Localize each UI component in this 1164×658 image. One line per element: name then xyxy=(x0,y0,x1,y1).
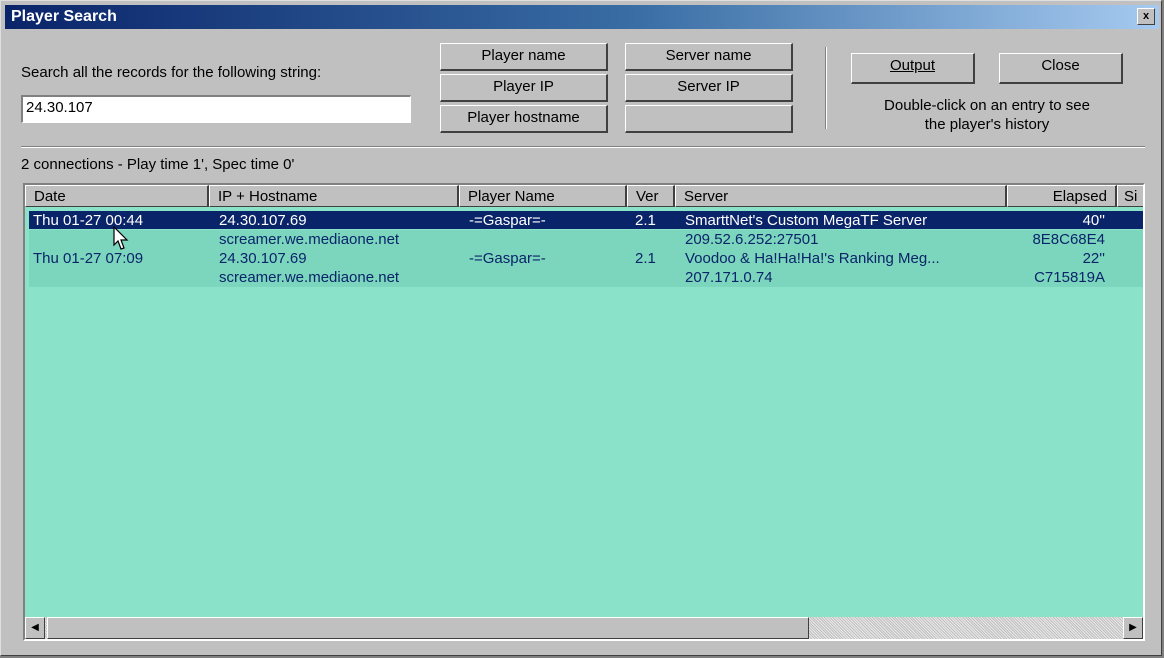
search-label: Search all the records for the following… xyxy=(21,64,322,81)
cell-ver: 2.1 xyxy=(635,250,656,267)
player-hostname-button-label: Player hostname xyxy=(467,109,580,126)
cell-date: Thu 01-27 07:09 xyxy=(33,250,144,267)
column-header-elapsed[interactable]: Elapsed xyxy=(1007,185,1117,207)
column-header-ip-hostname[interactable]: IP + Hostname xyxy=(209,185,459,207)
status-text: 2 connections - Play time 1', Spec time … xyxy=(21,156,295,173)
row-line-secondary: screamer.we.mediaone.net 209.52.6.252:27… xyxy=(29,230,1143,249)
server-ip-button[interactable]: Server IP xyxy=(625,74,793,102)
cell-id: C715819A xyxy=(1034,269,1105,286)
scrollbar-thumb[interactable] xyxy=(47,617,809,639)
cell-server: Voodoo & Ha!Ha!Ha!'s Ranking Meg... xyxy=(685,250,940,267)
cell-player: -=Gaspar=- xyxy=(469,212,546,229)
blank-button[interactable] xyxy=(625,105,793,133)
output-button-label: Output xyxy=(889,57,936,74)
mouse-cursor-icon xyxy=(113,226,129,250)
cell-server-ip: 207.171.0.74 xyxy=(685,269,773,286)
cell-ip: 24.30.107.69 xyxy=(219,250,307,267)
table-row[interactable]: Thu 01-27 00:44 24.30.107.69 -=Gaspar=- … xyxy=(29,211,1143,249)
output-button[interactable]: Output xyxy=(851,53,975,84)
window-title: Player Search xyxy=(11,8,117,25)
cell-elapsed: 40'' xyxy=(1082,212,1105,229)
player-ip-button[interactable]: Player IP xyxy=(440,74,608,102)
player-hostname-button[interactable]: Player hostname xyxy=(440,105,608,133)
scroll-right-icon[interactable]: ▶ xyxy=(1123,617,1143,639)
cell-id: 8E8C68E4 xyxy=(1032,231,1105,248)
list-header: Date IP + Hostname Player Name Ver Serve… xyxy=(25,185,1143,207)
title-bar[interactable]: Player Search x xyxy=(5,5,1159,29)
player-name-button[interactable]: Player name xyxy=(440,43,608,71)
player-ip-button-label: Player IP xyxy=(493,78,554,95)
column-header-player-name[interactable]: Player Name xyxy=(459,185,627,207)
column-header-date[interactable]: Date xyxy=(25,185,209,207)
hint-text: Double-click on an entry to see the play… xyxy=(884,97,1090,133)
scroll-left-icon[interactable]: ◀ xyxy=(25,617,45,639)
column-header-server[interactable]: Server xyxy=(675,185,1007,207)
player-search-window: Player Search x Search all the records f… xyxy=(0,0,1162,656)
horizontal-separator xyxy=(21,146,1145,148)
server-name-button-label: Server name xyxy=(665,47,752,64)
close-button-label: Close xyxy=(1041,57,1080,74)
close-button[interactable]: Close xyxy=(999,53,1123,84)
horizontal-scrollbar[interactable]: ◀ ▶ xyxy=(25,617,1143,639)
cell-ip: 24.30.107.69 xyxy=(219,212,307,229)
cell-elapsed: 22'' xyxy=(1082,250,1105,267)
search-input[interactable]: 24.30.107 xyxy=(21,95,411,123)
cell-hostname: screamer.we.mediaone.net xyxy=(219,269,400,286)
cell-server-ip: 209.52.6.252:27501 xyxy=(685,231,819,248)
row-line-secondary: screamer.we.mediaone.net 207.171.0.74 C7… xyxy=(29,268,1143,287)
server-name-button[interactable]: Server name xyxy=(625,43,793,71)
vertical-separator xyxy=(825,47,827,129)
server-ip-button-label: Server IP xyxy=(677,78,740,95)
player-name-button-label: Player name xyxy=(481,47,566,64)
cell-server: SmarttNet's Custom MegaTF Server xyxy=(685,212,928,229)
connections-list[interactable]: Date IP + Hostname Player Name Ver Serve… xyxy=(23,183,1145,641)
row-line-primary: Thu 01-27 07:09 24.30.107.69 -=Gaspar=- … xyxy=(29,249,1143,267)
row-line-primary: Thu 01-27 00:44 24.30.107.69 -=Gaspar=- … xyxy=(29,211,1143,229)
cell-hostname: screamer.we.mediaone.net xyxy=(219,231,400,248)
column-header-si[interactable]: Si xyxy=(1117,185,1143,207)
column-header-ver[interactable]: Ver xyxy=(627,185,675,207)
cell-ver: 2.1 xyxy=(635,212,656,229)
close-icon[interactable]: x xyxy=(1137,8,1155,25)
cell-player: -=Gaspar=- xyxy=(469,250,546,267)
table-row[interactable]: Thu 01-27 07:09 24.30.107.69 -=Gaspar=- … xyxy=(29,249,1143,287)
